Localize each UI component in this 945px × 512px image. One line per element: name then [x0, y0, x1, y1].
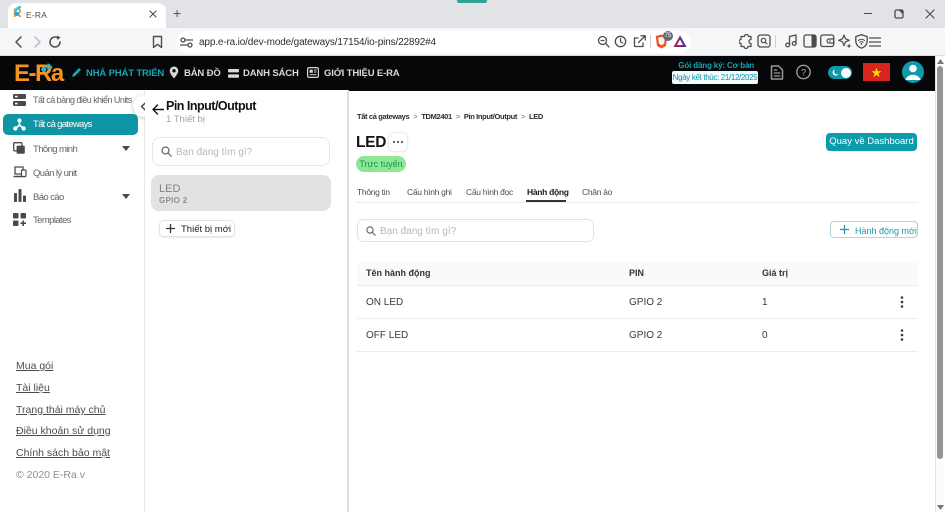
svg-text:?: ? — [801, 68, 806, 79]
